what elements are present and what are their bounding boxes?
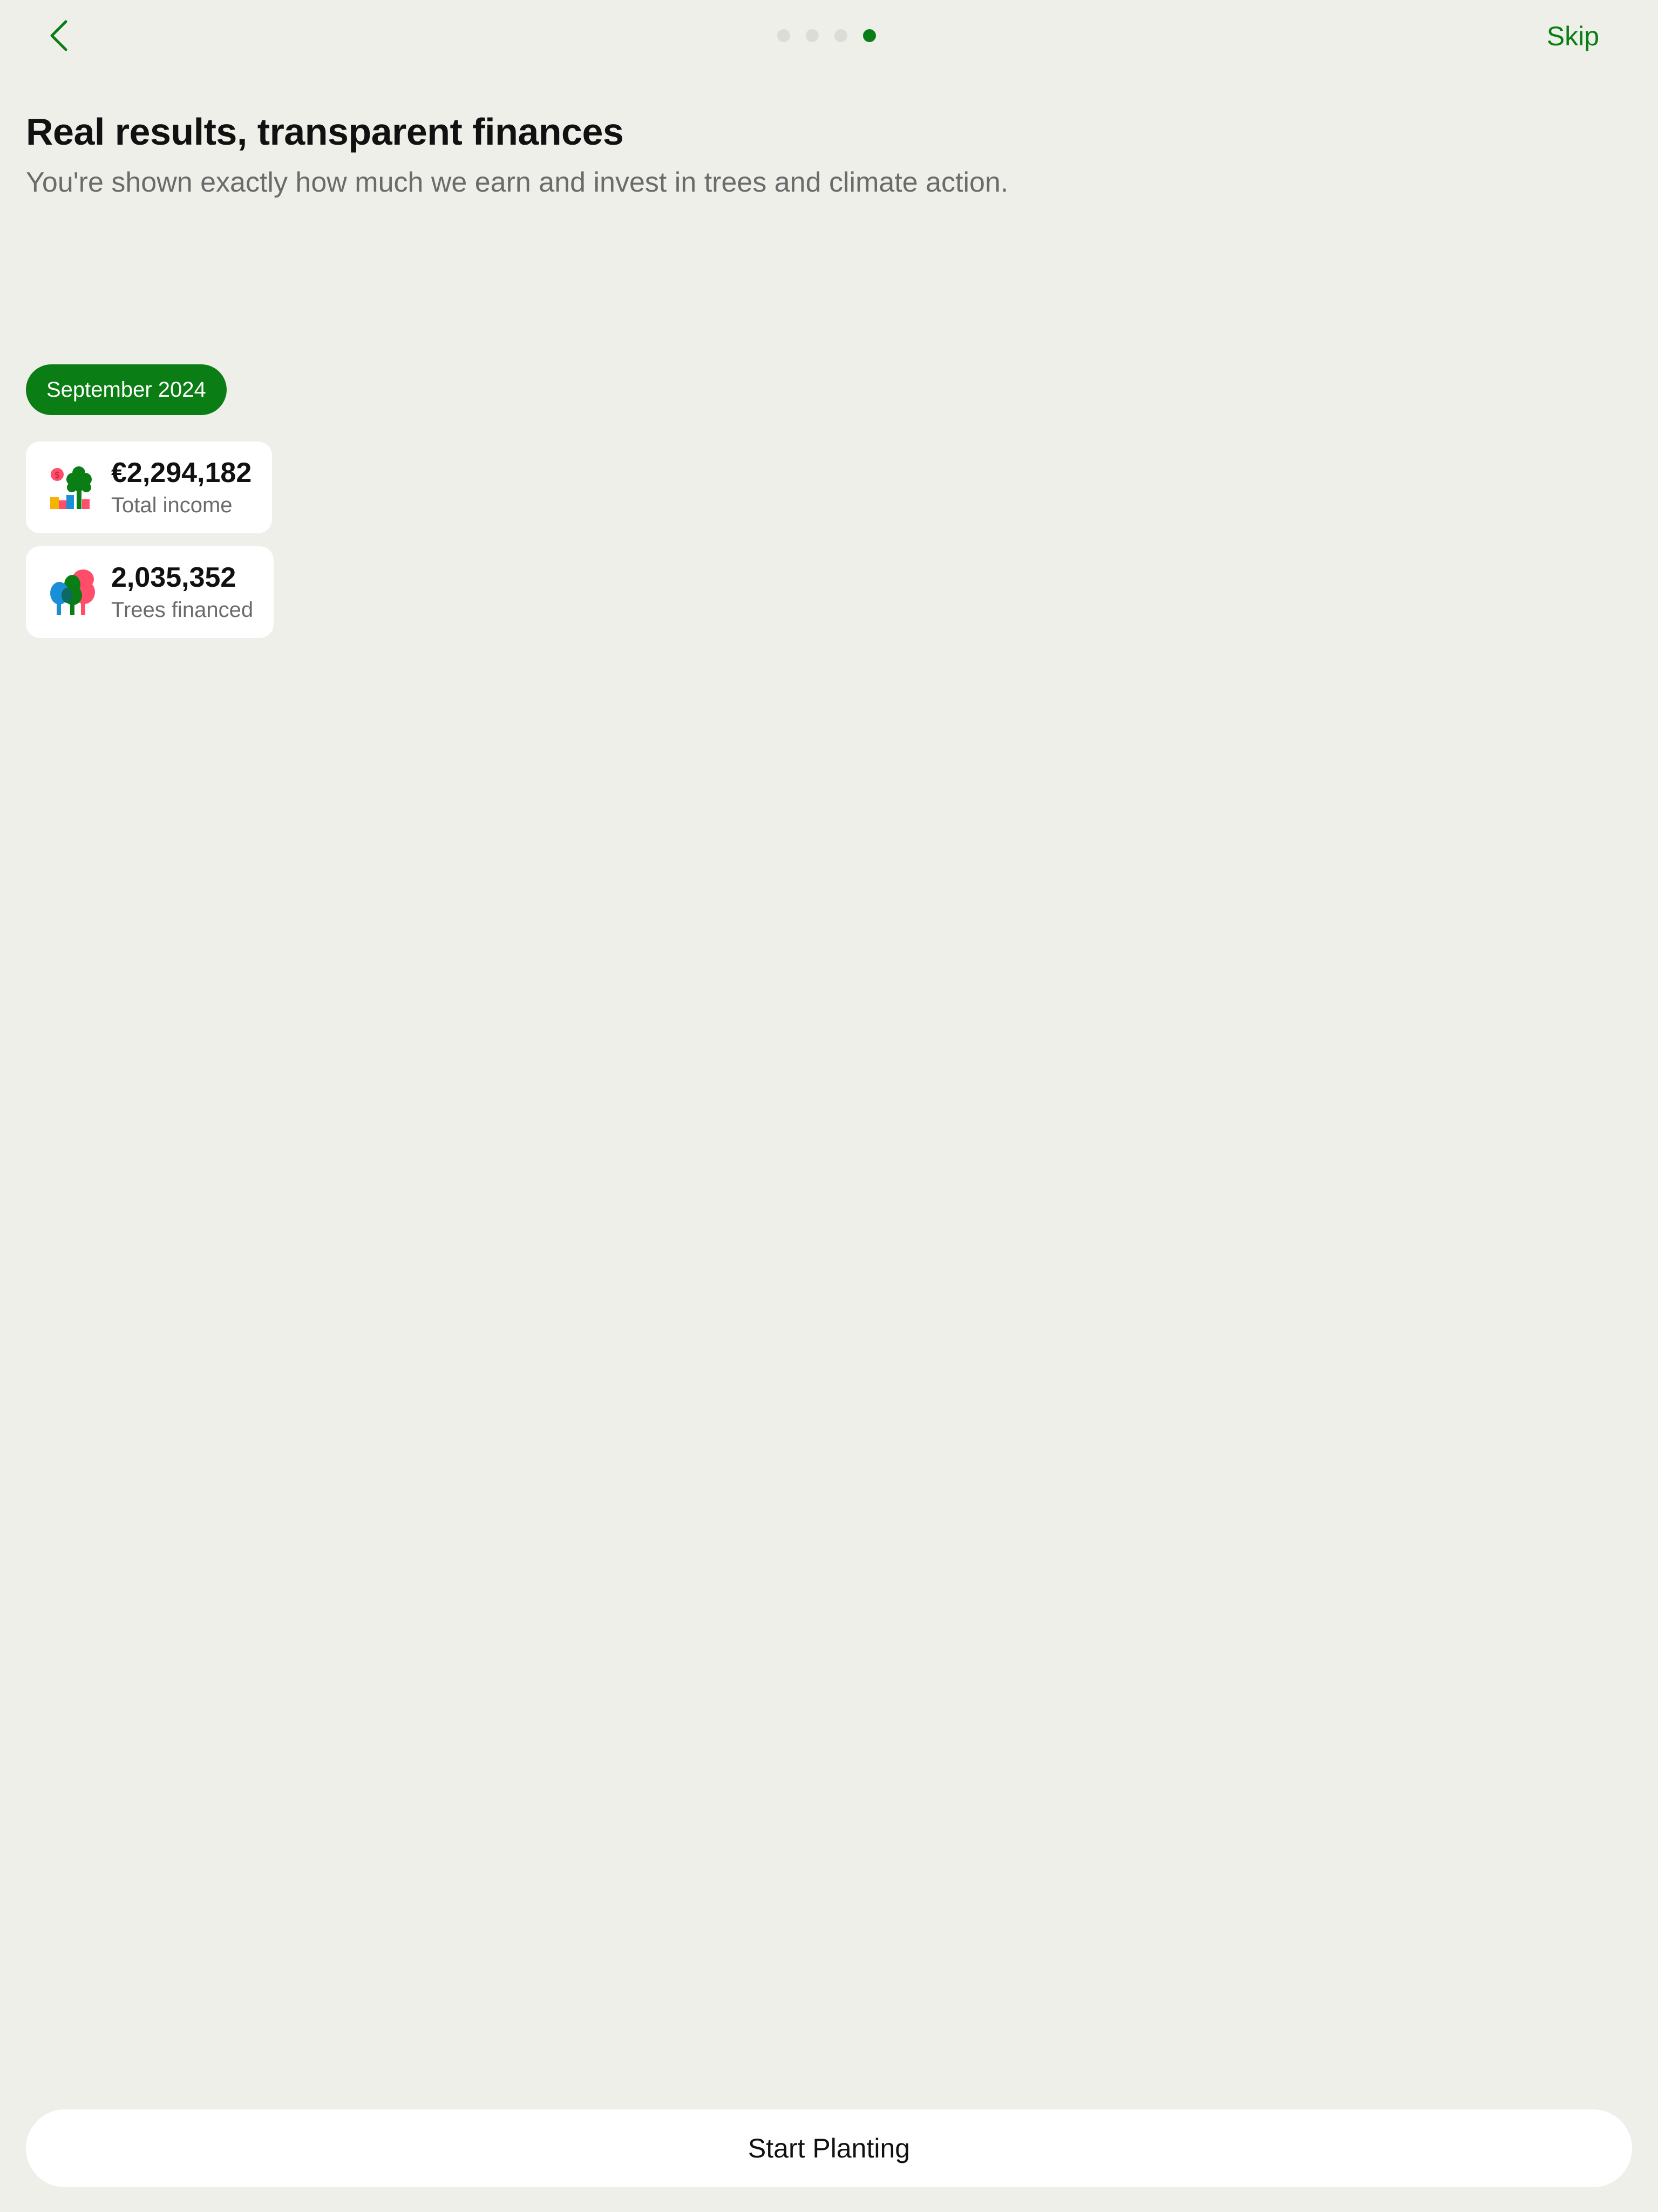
trees-financed-label: Trees financed: [111, 598, 254, 622]
month-selector[interactable]: September 2024: [26, 364, 227, 415]
page-dot: [834, 29, 847, 42]
skip-button[interactable]: Skip: [1547, 17, 1599, 55]
trees-financed-card: 2,035,352 Trees financed: [26, 546, 274, 638]
trees-financed-value: 2,035,352: [111, 562, 236, 593]
page-dot: [777, 29, 790, 42]
start-planting-button[interactable]: Start Planting: [26, 2109, 1632, 2187]
page-title: Real results, transparent finances: [26, 111, 624, 153]
svg-text:$: $: [55, 470, 60, 480]
chevron-left-icon: [50, 20, 67, 51]
trees-icon: [50, 569, 95, 615]
total-income-card: $ €2,294,182 Total income: [26, 442, 273, 533]
income-tree-icon: $: [50, 466, 92, 509]
page-dot: [806, 29, 819, 42]
total-income-label: Total income: [111, 493, 233, 517]
total-income-value: €2,294,182: [111, 457, 252, 488]
page-indicator: [777, 29, 876, 42]
page-subtitle: You're shown exactly how much we earn an…: [26, 167, 1009, 198]
page-dot-active: [863, 29, 876, 42]
back-button[interactable]: [38, 15, 79, 56]
